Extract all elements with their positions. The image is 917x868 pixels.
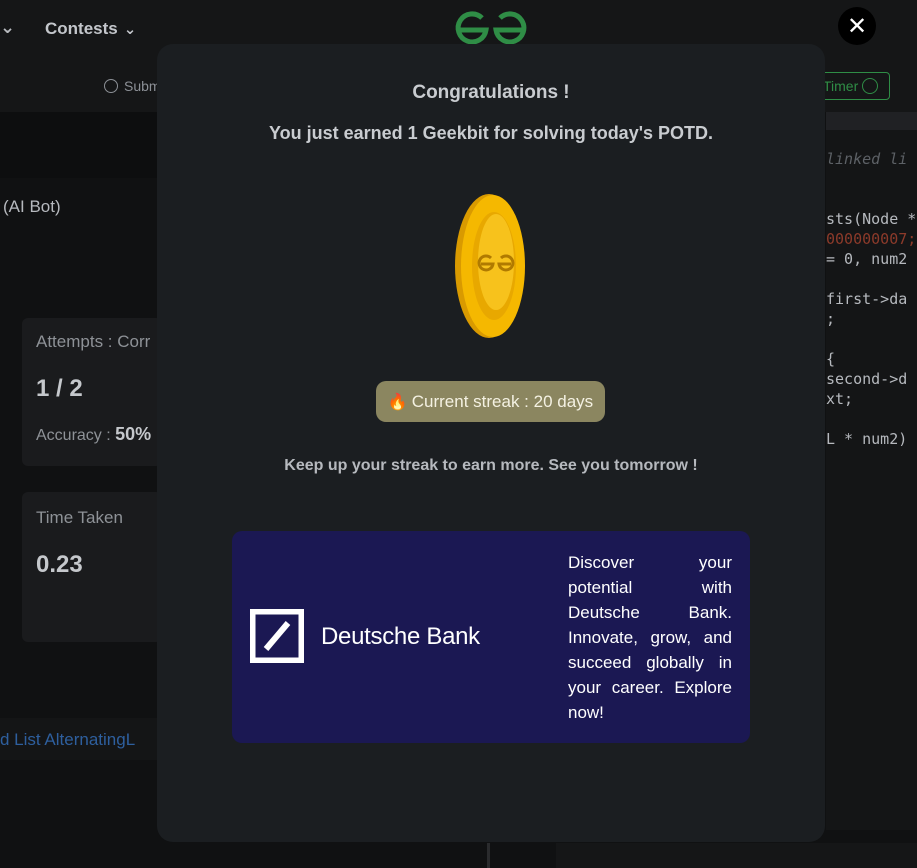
code-line: second->d [826,370,908,388]
deutsche-bank-logo-icon [250,609,304,663]
clock-icon [104,79,118,93]
code-line: 000000007; [826,230,917,248]
submissions-label: Subm [124,78,161,94]
modal-title: Congratulations ! [412,82,570,103]
code-line: { [826,350,836,368]
gfg-logo-icon[interactable] [452,8,530,48]
problem-link[interactable]: d List AlternatingL [0,718,160,760]
time-taken-card: Time Taken 0.23 [22,492,162,642]
submissions-tab[interactable]: Subm [104,78,161,94]
geekbit-coin-icon [455,194,525,338]
code-line: L * num2) [826,430,908,448]
close-icon: ✕ [846,12,868,40]
code-line: linked li [826,150,908,168]
play-circle-icon [862,78,879,94]
attempts-card: Attempts : Corr 1 / 2 Accuracy : 50% [22,318,162,466]
nav-contests[interactable]: Contests ⌄ [45,19,136,39]
streak-badge: 🔥 Current streak : 20 days [376,381,605,422]
time-taken-label: Time Taken [36,508,123,527]
brand-name: Deutsche Bank [321,623,480,650]
close-button[interactable]: ✕ [838,7,876,45]
code-line: xt; [826,390,854,408]
fire-icon: 🔥 [387,393,408,411]
deutsche-bank-ad[interactable]: Deutsche Bank Discover your potential wi… [232,531,750,743]
streak-text: Current streak : 20 days [411,391,594,411]
nav-contests-label: Contests [45,19,118,38]
attempts-label: Attempts : Corr [36,332,151,351]
code-line: first->da [826,290,908,308]
chevron-down-icon[interactable]: ⌄ [0,17,15,38]
ai-bot-label[interactable]: (AI Bot) [3,197,61,217]
attempts-value: 1 / 2 [36,375,83,402]
code-line: sts(Node * [826,210,917,228]
console-bar [556,843,917,868]
keep-up-message: Keep up your streak to earn more. See yo… [284,457,698,474]
geekbit-reward-modal: Congratulations ! You just earned 1 Geek… [157,44,825,842]
ad-copy: Discover your potential with Deutsche Ba… [568,553,732,722]
code-line: = 0, num2 [826,250,908,268]
accuracy-label: Accuracy : [36,427,116,444]
panel-divider[interactable] [487,843,490,868]
left-panel-header [0,112,160,178]
accuracy-value: 50% [115,424,152,444]
timer-label: Timer [823,78,859,94]
time-taken-value: 0.23 [36,551,83,578]
earned-message: You just earned 1 Geekbit for solving to… [268,123,714,143]
editor-tab-strip [826,112,917,130]
code-line: ; [826,310,836,328]
chevron-down-icon: ⌄ [123,21,137,38]
accuracy-row: Accuracy : 50% [36,424,151,445]
